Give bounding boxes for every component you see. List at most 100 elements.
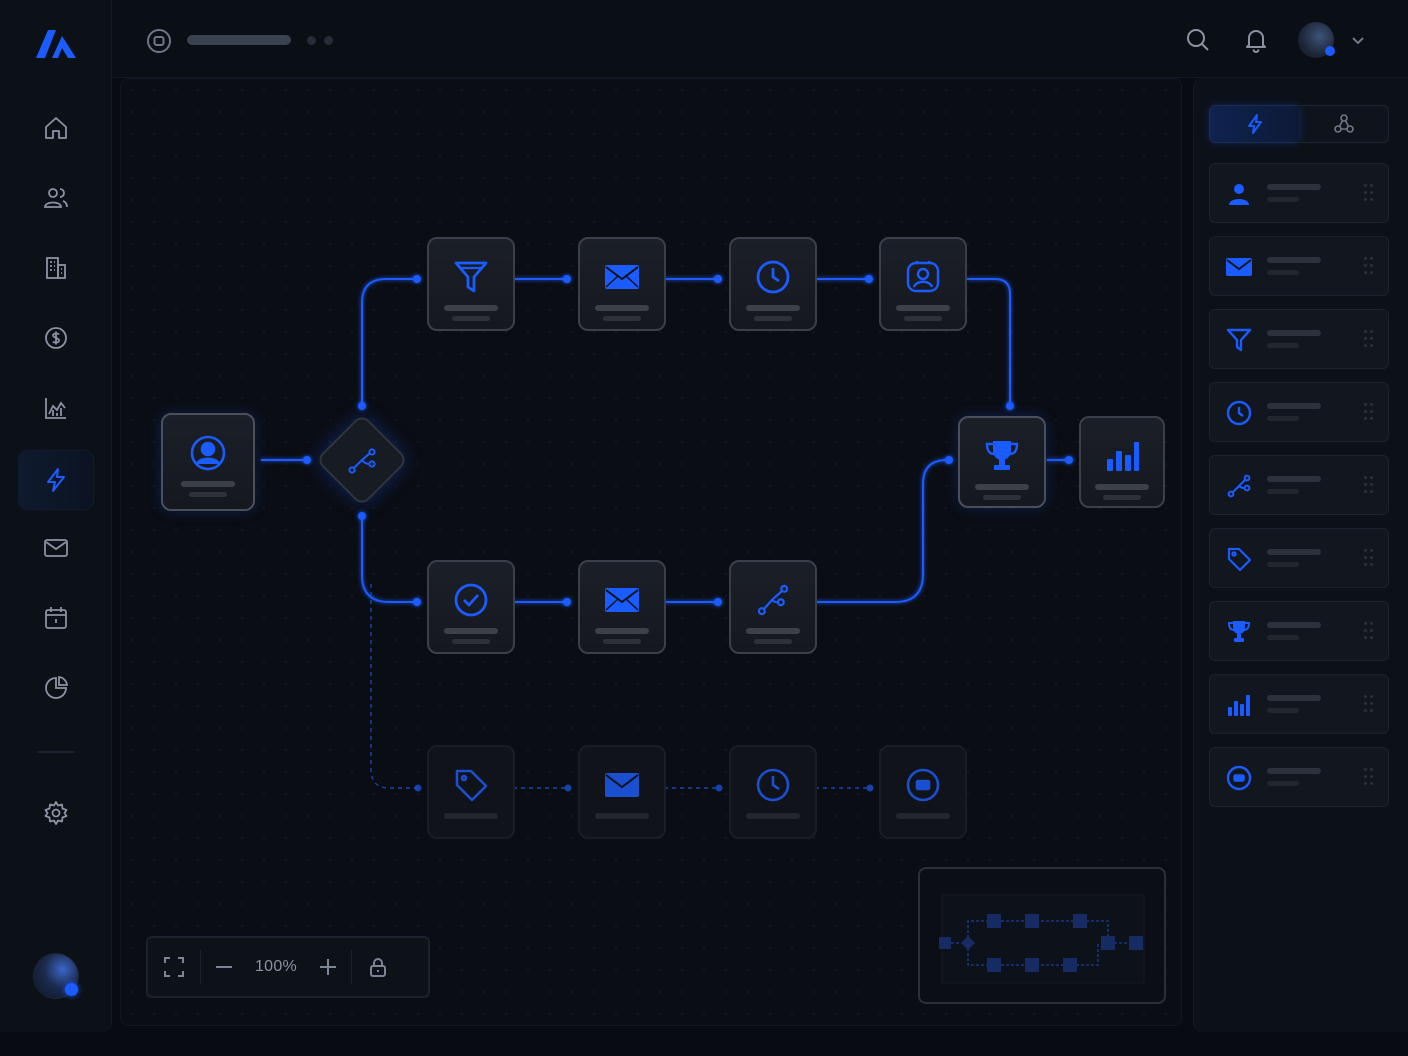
sidebar-divider bbox=[38, 751, 74, 753]
user-icon bbox=[1229, 184, 1249, 205]
sidebar-item-home[interactable] bbox=[18, 98, 94, 158]
node-trigger-contact[interactable] bbox=[161, 413, 255, 511]
sidebar-item-analytics[interactable] bbox=[18, 378, 94, 438]
drag-handle-icon[interactable] bbox=[1364, 257, 1374, 275]
panel-tabs bbox=[1209, 105, 1389, 143]
dollar-icon bbox=[45, 327, 67, 349]
drag-handle-icon[interactable] bbox=[1364, 184, 1374, 202]
drag-handle-icon[interactable] bbox=[1364, 403, 1374, 421]
drag-handle-icon[interactable] bbox=[1364, 330, 1374, 348]
user-avatar[interactable] bbox=[34, 954, 78, 998]
notifications-button[interactable] bbox=[1240, 24, 1272, 56]
library-item-filter[interactable] bbox=[1209, 309, 1389, 369]
clock-icon bbox=[756, 260, 790, 294]
brand-logo-icon[interactable] bbox=[32, 24, 80, 62]
zoom-in-button[interactable] bbox=[305, 938, 351, 996]
bar-chart-icon bbox=[1228, 695, 1250, 716]
sidebar-item-companies[interactable] bbox=[18, 238, 94, 298]
contact-card-icon bbox=[906, 261, 940, 293]
users-icon bbox=[44, 188, 68, 208]
library-item-contact[interactable] bbox=[1209, 163, 1389, 223]
fit-view-button[interactable] bbox=[148, 938, 200, 996]
profile-menu-toggle[interactable] bbox=[1342, 24, 1374, 56]
minimap[interactable] bbox=[918, 867, 1166, 1004]
library-item-email[interactable] bbox=[1209, 236, 1389, 296]
breadcrumb-title-placeholder[interactable] bbox=[187, 35, 291, 45]
minus-icon bbox=[216, 966, 232, 968]
node-library-panel bbox=[1193, 78, 1408, 1032]
stop-icon bbox=[906, 768, 940, 802]
online-status-dot bbox=[65, 983, 78, 996]
node-email-3[interactable] bbox=[578, 745, 666, 839]
drag-handle-icon[interactable] bbox=[1364, 695, 1374, 713]
library-item-tag[interactable] bbox=[1209, 528, 1389, 588]
sidebar-item-calendar[interactable] bbox=[18, 588, 94, 648]
drag-handle-icon[interactable] bbox=[1364, 622, 1374, 640]
node-email-1[interactable] bbox=[578, 237, 666, 331]
gear-icon bbox=[44, 801, 68, 825]
tag-icon bbox=[455, 769, 488, 802]
home-icon bbox=[45, 117, 67, 139]
chevron-down-icon bbox=[1352, 37, 1364, 45]
check-circle-icon bbox=[454, 583, 488, 617]
sidebar-item-contacts[interactable] bbox=[18, 168, 94, 228]
node-wait-2[interactable] bbox=[729, 745, 817, 839]
tab-integrations[interactable] bbox=[1299, 106, 1388, 142]
pie-chart-icon bbox=[45, 675, 69, 699]
library-item-branch[interactable] bbox=[1209, 455, 1389, 515]
zoom-out-button[interactable] bbox=[201, 938, 247, 996]
stop-icon bbox=[1226, 765, 1252, 791]
filter-icon bbox=[1226, 328, 1252, 352]
mail-icon bbox=[605, 588, 639, 612]
trophy-icon bbox=[1227, 621, 1251, 642]
workflow-icon[interactable] bbox=[145, 27, 173, 55]
search-button[interactable] bbox=[1182, 24, 1214, 56]
workflow-canvas[interactable]: 100% bbox=[120, 78, 1182, 1026]
online-status-dot bbox=[1325, 46, 1335, 56]
drag-handle-icon[interactable] bbox=[1364, 549, 1374, 567]
mail-icon bbox=[1226, 258, 1252, 276]
mail-icon bbox=[605, 773, 639, 797]
clock-icon bbox=[1226, 400, 1252, 426]
filter-icon bbox=[454, 261, 488, 293]
sidebar bbox=[0, 0, 112, 1032]
sidebar-item-deals[interactable] bbox=[18, 308, 94, 368]
lightning-icon bbox=[1247, 114, 1262, 134]
node-filter[interactable] bbox=[427, 237, 515, 331]
drag-handle-icon[interactable] bbox=[1364, 768, 1374, 786]
library-item-delay[interactable] bbox=[1209, 382, 1389, 442]
node-end[interactable] bbox=[879, 745, 967, 839]
node-tag[interactable] bbox=[427, 745, 515, 839]
breadcrumb-dot bbox=[324, 36, 333, 45]
node-condition-check[interactable] bbox=[427, 560, 515, 654]
sidebar-item-automations[interactable] bbox=[18, 450, 94, 510]
clock-icon bbox=[756, 768, 790, 802]
drag-handle-icon[interactable] bbox=[1364, 476, 1374, 494]
zoom-controls: 100% bbox=[146, 936, 430, 998]
chart-line-icon bbox=[45, 398, 66, 419]
library-item-goal[interactable] bbox=[1209, 601, 1389, 661]
library-item-report[interactable] bbox=[1209, 674, 1389, 734]
branch-icon bbox=[348, 448, 376, 474]
user-circle-icon bbox=[190, 435, 226, 471]
tab-actions[interactable] bbox=[1210, 106, 1299, 142]
node-email-2[interactable] bbox=[578, 560, 666, 654]
lightning-icon bbox=[47, 468, 65, 492]
calendar-icon bbox=[45, 607, 67, 629]
bell-icon bbox=[1246, 30, 1266, 53]
node-goal[interactable] bbox=[958, 416, 1046, 508]
library-item-end[interactable] bbox=[1209, 747, 1389, 807]
sidebar-item-inbox[interactable] bbox=[18, 518, 94, 578]
sidebar-item-settings[interactable] bbox=[18, 783, 94, 843]
node-report[interactable] bbox=[1079, 416, 1165, 508]
expand-icon bbox=[164, 957, 184, 977]
profile-avatar[interactable] bbox=[1298, 22, 1335, 58]
node-split-2[interactable] bbox=[729, 560, 817, 654]
tag-icon bbox=[1227, 547, 1252, 572]
node-assign-owner[interactable] bbox=[879, 237, 967, 331]
zoom-level: 100% bbox=[254, 958, 298, 975]
sidebar-item-reports[interactable] bbox=[18, 658, 94, 718]
breadcrumb-dot bbox=[307, 36, 316, 45]
node-wait-1[interactable] bbox=[729, 237, 817, 331]
lock-canvas-button[interactable] bbox=[352, 938, 404, 996]
